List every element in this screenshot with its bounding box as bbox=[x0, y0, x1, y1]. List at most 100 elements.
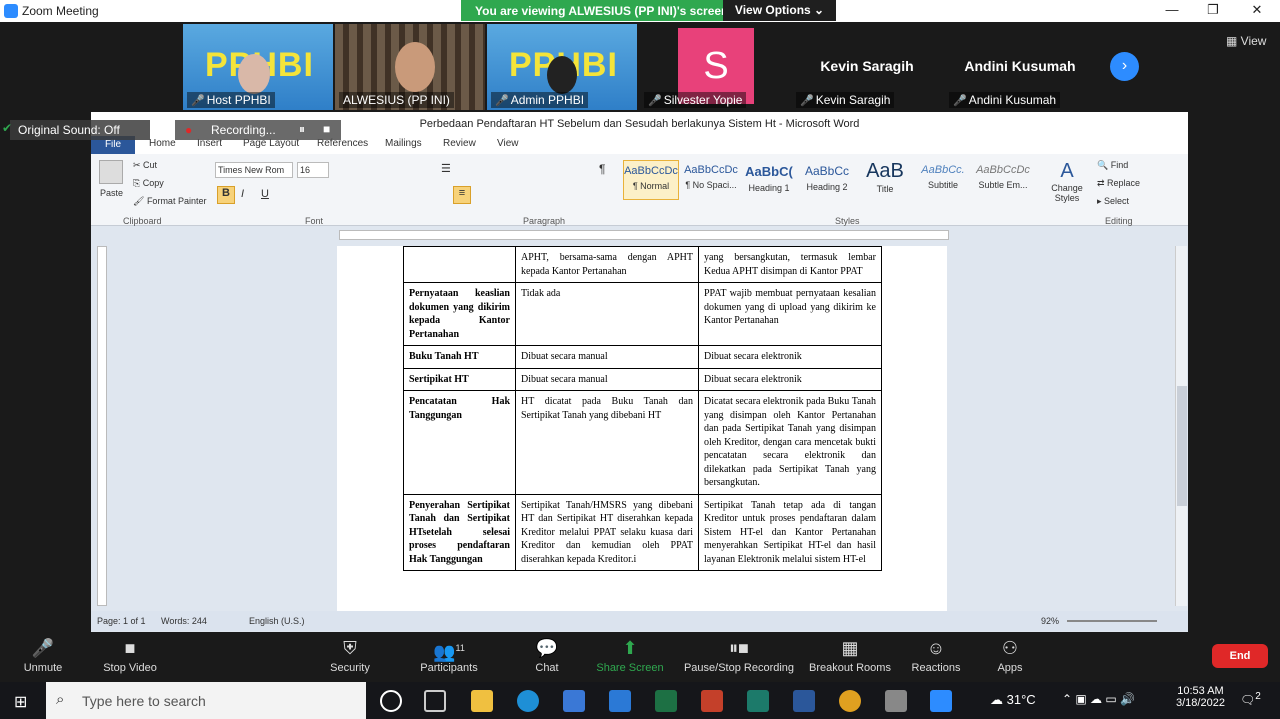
video-tile-silvester[interactable]: S 🎤 Silvester Yopie bbox=[640, 24, 790, 110]
horizontal-ruler[interactable] bbox=[339, 230, 949, 240]
font-name-select[interactable]: Times New Rom bbox=[215, 162, 293, 178]
table-cell[interactable]: Pernyataan keaslian dokumen yang dikirim… bbox=[403, 282, 516, 346]
cortana-icon[interactable] bbox=[380, 690, 402, 712]
align-center-button[interactable]: ≡ bbox=[453, 186, 471, 204]
replace-button[interactable]: ⇄ Replace bbox=[1097, 178, 1140, 189]
vertical-ruler[interactable] bbox=[97, 246, 107, 606]
video-tile-andini[interactable]: Andini Kusumah 🎤 Andini Kusumah bbox=[945, 24, 1095, 110]
chrome-icon[interactable] bbox=[839, 690, 861, 712]
bold-button[interactable]: B bbox=[217, 186, 235, 204]
table-cell[interactable]: Sertipikat Tanah/HMSRS yang dibebani HT … bbox=[515, 493, 699, 571]
table-cell[interactable]: Dicatat secara elektronik pada Buku Tana… bbox=[698, 390, 882, 495]
minimize-icon[interactable]: — bbox=[1157, 2, 1187, 17]
word-icon[interactable] bbox=[793, 690, 815, 712]
underline-button[interactable]: U bbox=[261, 188, 269, 200]
end-meeting-button[interactable]: End bbox=[1212, 644, 1268, 668]
app-icon[interactable] bbox=[885, 690, 907, 712]
excel-icon[interactable] bbox=[655, 690, 677, 712]
original-sound-indicator[interactable]: ✔ Original Sound: Off bbox=[2, 120, 150, 140]
style-subtitle[interactable]: AaBbCc. Subtitle bbox=[915, 160, 971, 200]
breakout-rooms-button[interactable]: ▦ Breakout Rooms bbox=[806, 632, 894, 674]
notifications-icon[interactable]: 🗨2 bbox=[1240, 691, 1261, 707]
tab-home[interactable]: Home bbox=[149, 138, 176, 149]
font-size-select[interactable]: 16 bbox=[297, 162, 329, 178]
video-tile-kevin[interactable]: Kevin Saragih 🎤 Kevin Saragih bbox=[792, 24, 942, 110]
change-styles-button[interactable]: A Change Styles bbox=[1047, 160, 1087, 203]
clock[interactable]: 10:53 AM 3/18/2022 bbox=[1176, 685, 1225, 709]
document-page[interactable]: APHT, bersama-sama dengan APHT kepada Ka… bbox=[337, 246, 947, 612]
table-cell[interactable]: Buku Tanah HT bbox=[403, 345, 516, 369]
table-cell[interactable]: HT dicatat pada Buku Tanah dan Sertipika… bbox=[515, 390, 699, 495]
style-heading-1[interactable]: AaBbC(Heading 1 bbox=[741, 160, 797, 200]
style-subtle-emphasis[interactable]: AaBbCcDc Subtle Em... bbox=[975, 160, 1031, 200]
copy-button[interactable]: ⎘ Copy bbox=[133, 178, 164, 189]
zoom-taskbar-icon[interactable] bbox=[930, 690, 952, 712]
security-button[interactable]: ⛨ Security bbox=[322, 632, 378, 674]
vertical-scrollbar[interactable] bbox=[1175, 246, 1187, 606]
task-view-icon[interactable] bbox=[424, 690, 446, 712]
view-button[interactable]: ▦ View bbox=[1226, 34, 1266, 48]
tab-view[interactable]: View bbox=[497, 138, 519, 149]
powerpoint-icon[interactable] bbox=[701, 690, 723, 712]
italic-button[interactable]: I bbox=[241, 188, 244, 200]
table-cell[interactable]: Dibuat secara elektronik bbox=[698, 345, 882, 369]
system-tray-icons[interactable]: ⌃ ▣ ☁ ▭ 🔊 bbox=[1062, 692, 1135, 706]
windows-start-icon[interactable]: ⊞ bbox=[14, 692, 27, 712]
style-no-spacing[interactable]: AaBbCcDc ¶ No Spaci... bbox=[683, 160, 739, 200]
weather-widget[interactable]: ☁ 31°C bbox=[990, 692, 1036, 708]
table-cell[interactable]: yang bersangkutan, termasuk lembar Kedua… bbox=[698, 246, 882, 283]
paste-icon[interactable] bbox=[99, 160, 123, 184]
edge-icon[interactable] bbox=[517, 690, 539, 712]
stop-video-button[interactable]: ■ Stop Video bbox=[98, 632, 162, 674]
chat-button[interactable]: 💬 Chat bbox=[527, 632, 567, 674]
share-screen-button[interactable]: ⬆ Share Screen bbox=[594, 632, 666, 674]
unmute-button[interactable]: 🎤 Unmute bbox=[18, 632, 68, 674]
video-tile-host[interactable]: PPHBI 🎤Host PPHBI bbox=[183, 24, 333, 110]
stop-recording-icon[interactable]: ■ bbox=[323, 122, 330, 136]
video-tile-speaker[interactable]: ALWESIUS (PP INI) bbox=[335, 24, 485, 110]
table-cell[interactable]: Dibuat secara elektronik bbox=[698, 367, 882, 391]
file-explorer-icon[interactable] bbox=[471, 690, 493, 712]
close-icon[interactable]: ✕ bbox=[1242, 2, 1272, 18]
view-options-button[interactable]: View Options ⌄ bbox=[723, 0, 836, 21]
taskbar-search[interactable]: ⌕ Type here to search bbox=[46, 682, 366, 719]
participant-name: 🎤 Admin PPHBI bbox=[491, 92, 589, 108]
bullets-icon[interactable]: ☰ bbox=[441, 162, 451, 175]
video-tile-admin[interactable]: PPHBI 🎤Admin PPHBI bbox=[487, 24, 637, 110]
table-cell[interactable] bbox=[403, 246, 516, 283]
store-icon[interactable] bbox=[563, 690, 585, 712]
table-cell[interactable]: Sertipikat HT bbox=[403, 367, 516, 391]
zoom-level[interactable]: 92% bbox=[1041, 616, 1059, 626]
table-cell[interactable]: APHT, bersama-sama dengan APHT kepada Ka… bbox=[515, 246, 699, 283]
cut-button[interactable]: ✂ Cut bbox=[133, 160, 157, 171]
mail-icon[interactable] bbox=[609, 690, 631, 712]
reactions-button[interactable]: ☺ Reactions bbox=[908, 632, 964, 674]
format-painter-button[interactable]: 🖌 Format Painter bbox=[133, 196, 206, 207]
pause-stop-recording-button[interactable]: ⏸■ Pause/Stop Recording bbox=[682, 632, 796, 674]
language[interactable]: English (U.S.) bbox=[249, 616, 305, 626]
table-cell[interactable]: Tidak ada bbox=[515, 282, 699, 346]
select-button[interactable]: ▸ Select bbox=[1097, 196, 1129, 207]
tab-mailings[interactable]: Mailings bbox=[385, 138, 422, 149]
participants-button[interactable]: 👥11 Participants bbox=[414, 632, 484, 674]
style-heading-2[interactable]: AaBbCc Heading 2 bbox=[799, 160, 855, 200]
pause-recording-icon[interactable]: ⏸ bbox=[299, 122, 305, 137]
style-title[interactable]: AaB Title bbox=[857, 160, 913, 200]
scrollbar-thumb[interactable] bbox=[1177, 386, 1187, 506]
zoom-slider[interactable] bbox=[1067, 620, 1157, 622]
tab-review[interactable]: Review bbox=[443, 138, 476, 149]
table-cell[interactable]: PPAT wajib membuat pernyataan kesalian d… bbox=[698, 282, 882, 346]
table-cell[interactable]: Dibuat secara manual bbox=[515, 345, 699, 369]
apps-button[interactable]: ⚇ Apps bbox=[990, 632, 1030, 674]
table-cell[interactable]: Pencatatan Hak Tanggungan bbox=[403, 390, 516, 495]
table-cell[interactable]: Sertipikat Tanah tetap ada di tangan Kre… bbox=[698, 493, 882, 571]
table-cell[interactable]: Dibuat secara manual bbox=[515, 367, 699, 391]
paste-button[interactable]: Paste bbox=[100, 188, 123, 198]
publisher-icon[interactable] bbox=[747, 690, 769, 712]
find-button[interactable]: 🔍 Find bbox=[1097, 160, 1128, 171]
next-page-arrow-icon[interactable]: › bbox=[1110, 52, 1139, 81]
table-cell[interactable]: Penyerahan Sertipikat Tanah dan Sertipik… bbox=[403, 493, 516, 571]
maximize-icon[interactable]: ❐ bbox=[1198, 2, 1228, 18]
style-normal[interactable]: AaBbCcDc ¶ Normal bbox=[623, 160, 679, 200]
pilcrow-icon[interactable]: ¶ bbox=[599, 162, 605, 176]
